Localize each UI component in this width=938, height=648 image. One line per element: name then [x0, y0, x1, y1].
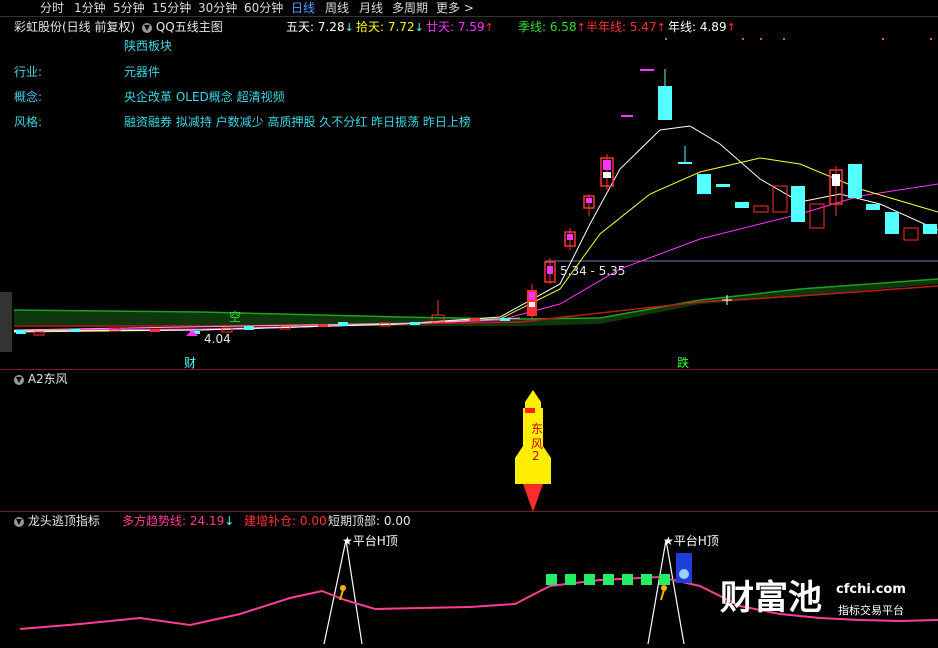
chevron-down-icon: ▼: [14, 374, 24, 385]
watermark-cn: 财富池: [720, 578, 822, 618]
main-indicator-selector[interactable]: ▼ QQ五线主图: [142, 19, 223, 35]
candlestick-chart[interactable]: [0, 34, 938, 369]
period-tab-60min[interactable]: 60分钟: [244, 0, 283, 16]
chevron-down-icon: ▼: [142, 22, 152, 33]
period-tab-5min[interactable]: 5分钟: [113, 0, 145, 16]
watermark-logo: 财富池 cfchi.com 指标交易平台: [720, 578, 930, 622]
panel3-title[interactable]: ▼ 龙头逃顶指标: [14, 513, 100, 529]
trend-line-readout: 多方趋势线: 24.19↓: [122, 513, 234, 529]
short-top-readout: 短期顶部: 0.00: [328, 513, 411, 529]
period-tab-multi[interactable]: 多周期: [392, 0, 428, 16]
period-tab-15min[interactable]: 15分钟: [152, 0, 191, 16]
period-tab-1min[interactable]: 1分钟: [74, 0, 106, 16]
price-range-label: 5.34 - 5.35: [560, 264, 626, 278]
platform-h-top-label-2: ★平台H顶: [663, 534, 719, 548]
watermark-domain: cfchi.com: [836, 582, 906, 597]
short-label: 短期顶部:: [328, 514, 381, 528]
ma-values-row: 五天: 7.28↓ 拾天: 7.72↓ 廿天: 7.59↑ 季线: 6.58↑ 半年线:…: [286, 19, 938, 35]
period-tab-weekly[interactable]: 周线: [325, 0, 349, 16]
trend-value: 24.19: [189, 514, 225, 528]
panel2-title-text: A2东风: [27, 372, 68, 386]
chevron-down-icon: ▼: [14, 516, 24, 527]
trend-label: 多方趋势线:: [122, 514, 187, 528]
build-value: 0.00: [299, 514, 327, 528]
rally-candles: [527, 69, 937, 320]
short-value: 0.00: [383, 514, 411, 528]
period-tab-daily[interactable]: 日线: [291, 0, 315, 16]
period-tab-monthly[interactable]: 月线: [359, 0, 383, 16]
period-tab-30min[interactable]: 30分钟: [198, 0, 237, 16]
kong-signal-label: 空: [229, 310, 242, 324]
watermark-slogan: 指标交易平台: [838, 604, 904, 617]
panel-divider[interactable]: [0, 369, 938, 370]
panel2-title[interactable]: ▼ A2东风: [14, 371, 68, 387]
panel-divider[interactable]: [0, 511, 938, 512]
stock-title: 彩虹股份(日线 前复权): [14, 20, 136, 34]
build-position-readout: 建增补仓: 0.00: [244, 513, 327, 529]
peak1-text: 平台H顶: [352, 534, 398, 548]
platform-h-top-label-1: ★平台H顶: [342, 534, 398, 548]
panel3-title-text: 龙头逃顶指标: [27, 514, 100, 528]
period-toolbar: 分时 1分钟 5分钟 15分钟 30分钟 60分钟 日线 周线 月线 多周期 更…: [0, 0, 938, 17]
peak2-text: 平台H顶: [673, 534, 719, 548]
low-price-label: 4.04: [204, 332, 231, 346]
trend-arrow: ↓: [224, 514, 235, 528]
period-tab-more[interactable]: 更多 >: [436, 0, 474, 16]
build-label: 建增补仓:: [244, 514, 297, 528]
main-indicator-name: QQ五线主图: [155, 20, 223, 34]
rocket-char-3: 2: [532, 449, 540, 463]
period-tab-fenshi[interactable]: 分时: [40, 0, 64, 16]
